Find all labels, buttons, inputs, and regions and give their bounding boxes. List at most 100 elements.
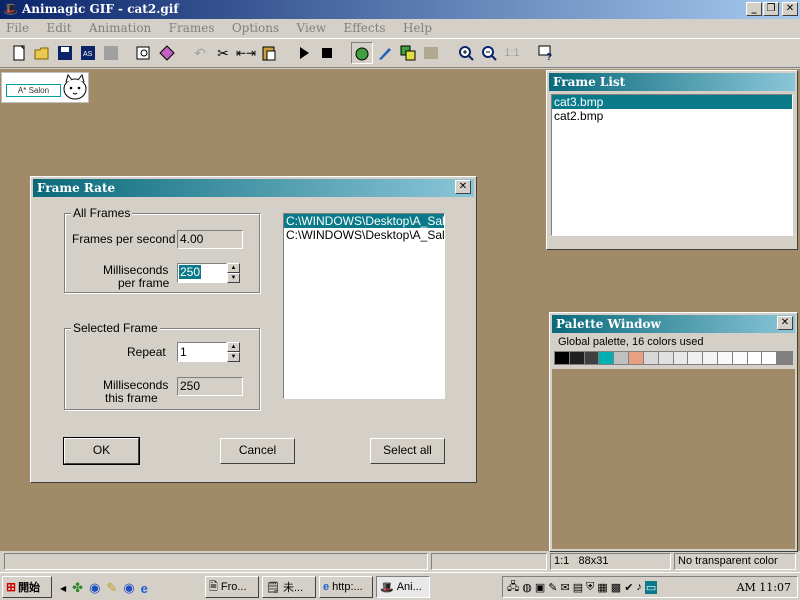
- messenger-icon[interactable]: ◉: [89, 580, 100, 596]
- palette-swatch[interactable]: [703, 352, 718, 364]
- tray-globe-icon[interactable]: ◍: [522, 581, 532, 594]
- app-icon[interactable]: 🎩: [3, 2, 18, 16]
- ms-per-frame-spin-down[interactable]: ▼: [227, 273, 240, 283]
- file-list[interactable]: C:\WINDOWS\Desktop\A_Salo C:\WINDOWS\Des…: [283, 213, 445, 399]
- frame-list[interactable]: cat3.bmp cat2.bmp: [551, 94, 793, 236]
- clover-icon[interactable]: ✤: [72, 580, 83, 596]
- ok-button[interactable]: OK: [63, 437, 140, 465]
- stop-icon[interactable]: [316, 42, 338, 64]
- task-button-frontpage[interactable]: 🗎 Fro...: [205, 576, 259, 598]
- help-icon[interactable]: ?: [535, 42, 557, 64]
- menu-animation[interactable]: Animation: [89, 21, 151, 35]
- restore-button[interactable]: ❐: [763, 2, 779, 16]
- task-button-untitled[interactable]: 🗒 未...: [262, 576, 316, 598]
- tray-monitor-icon[interactable]: ▣: [535, 581, 545, 594]
- brush-icon[interactable]: [374, 42, 396, 64]
- save-as-icon[interactable]: AS: [77, 42, 99, 64]
- palette-swatch[interactable]: [658, 352, 674, 364]
- canvas-image[interactable]: A* Salon: [1, 72, 89, 103]
- tray-chat-icon[interactable]: ✉: [561, 581, 570, 594]
- menu-help[interactable]: Help: [403, 21, 432, 35]
- tray-checker-icon[interactable]: ▦: [597, 581, 607, 594]
- tray-display-icon[interactable]: ▤: [573, 581, 583, 594]
- menu-file[interactable]: File: [6, 21, 29, 35]
- actual-size-icon[interactable]: 1:1: [501, 42, 523, 64]
- task-button-browser[interactable]: e http:...: [319, 576, 373, 598]
- clock[interactable]: AM 11:07: [737, 581, 791, 594]
- ms-per-frame-input[interactable]: 250: [177, 263, 227, 283]
- palette-swatch[interactable]: [747, 352, 763, 364]
- scroll-left-icon[interactable]: ◀: [60, 584, 66, 593]
- menu-edit[interactable]: Edit: [46, 21, 71, 35]
- new-icon[interactable]: [8, 42, 30, 64]
- minimize-button[interactable]: _: [746, 2, 762, 16]
- palette-swatch[interactable]: [599, 352, 615, 364]
- palette-swatch[interactable]: [629, 352, 644, 364]
- zoom-in-icon[interactable]: [455, 42, 477, 64]
- menu-options[interactable]: Options: [232, 21, 279, 35]
- palette-swatch[interactable]: [555, 352, 570, 364]
- palette-swatch[interactable]: [569, 352, 585, 364]
- palette-title-bar[interactable]: Palette Window ✕: [552, 315, 795, 333]
- palette-swatch[interactable]: [732, 352, 748, 364]
- resize-icon[interactable]: ⇤⇥: [235, 42, 257, 64]
- tray-network-icon[interactable]: 🖧: [507, 578, 519, 597]
- close-button[interactable]: ✕: [782, 2, 798, 16]
- select-all-button[interactable]: Select all: [370, 438, 445, 464]
- frame-list-item[interactable]: cat2.bmp: [552, 109, 792, 123]
- palette-empty-area: [552, 369, 795, 549]
- tray-check-icon[interactable]: ✔: [624, 581, 633, 594]
- open-icon[interactable]: [31, 42, 53, 64]
- start-button[interactable]: ⊞ 開始: [2, 576, 52, 598]
- repeat-spin-up[interactable]: ▲: [227, 342, 240, 352]
- palette-close-button[interactable]: ✕: [777, 316, 793, 330]
- tray-24-icon[interactable]: ▩: [611, 581, 621, 594]
- file-list-item[interactable]: C:\WINDOWS\Desktop\A_Salo: [284, 228, 444, 242]
- frame-list-title-bar[interactable]: Frame List: [549, 73, 795, 91]
- palette-swatch[interactable]: [688, 352, 704, 364]
- dialog-close-button[interactable]: ✕: [455, 180, 471, 194]
- palette-grid-icon[interactable]: [420, 42, 442, 64]
- chat-icon[interactable]: ◉: [123, 580, 134, 596]
- status-pane-size: 1:1 88x31: [550, 553, 671, 570]
- tray-shield-icon[interactable]: ⛨: [586, 581, 594, 594]
- menu-effects[interactable]: Effects: [344, 21, 386, 35]
- frame-list-item[interactable]: cat3.bmp: [552, 95, 792, 109]
- ms-this-frame-label-1: Milliseconds: [103, 378, 169, 392]
- palette-swatch[interactable]: [777, 352, 792, 364]
- tray-speaker-icon[interactable]: ♪: [636, 581, 642, 593]
- menu-frames[interactable]: Frames: [169, 21, 215, 35]
- tray-pencil-icon[interactable]: ✎: [548, 581, 557, 594]
- task-button-animagic[interactable]: 🎩 Ani...: [376, 576, 430, 598]
- undo-icon[interactable]: ↶: [189, 42, 211, 64]
- dialog-title-bar[interactable]: Frame Rate ✕: [33, 179, 474, 197]
- palette-swatch[interactable]: [673, 352, 689, 364]
- palette-swatch[interactable]: [717, 352, 733, 364]
- tray-language-icon[interactable]: ▭: [644, 580, 658, 594]
- ms-per-frame-spin-up[interactable]: ▲: [227, 263, 240, 273]
- palette-swatch[interactable]: [762, 352, 778, 364]
- optimize-icon[interactable]: [156, 42, 178, 64]
- save-gray-icon[interactable]: [100, 42, 122, 64]
- preview-icon[interactable]: [133, 42, 155, 64]
- apple-icon[interactable]: [351, 42, 373, 64]
- pencil-icon[interactable]: ✎: [106, 580, 117, 596]
- file-list-item[interactable]: C:\WINDOWS\Desktop\A_Salo: [284, 214, 444, 228]
- palette-swatch[interactable]: [584, 352, 600, 364]
- task-label: 未...: [282, 582, 304, 594]
- frames-icon[interactable]: [397, 42, 419, 64]
- cut-icon[interactable]: ✂: [212, 42, 234, 64]
- cancel-button[interactable]: Cancel: [220, 438, 295, 464]
- app-title-bar[interactable]: 🎩 Animagic GIF - cat2.gif _ ❐ ✕: [0, 0, 800, 19]
- zoom-out-icon[interactable]: [478, 42, 500, 64]
- play-icon[interactable]: [293, 42, 315, 64]
- paste-icon[interactable]: [258, 42, 280, 64]
- palette-swatch[interactable]: [614, 352, 630, 364]
- ie-icon[interactable]: e: [141, 581, 148, 596]
- save-icon[interactable]: [54, 42, 76, 64]
- repeat-spin-down[interactable]: ▼: [227, 352, 240, 362]
- menu-view[interactable]: View: [296, 21, 326, 35]
- thumbnail-label-box: A* Salon: [6, 84, 61, 97]
- palette-swatch[interactable]: [643, 352, 659, 364]
- repeat-input[interactable]: 1: [177, 342, 227, 362]
